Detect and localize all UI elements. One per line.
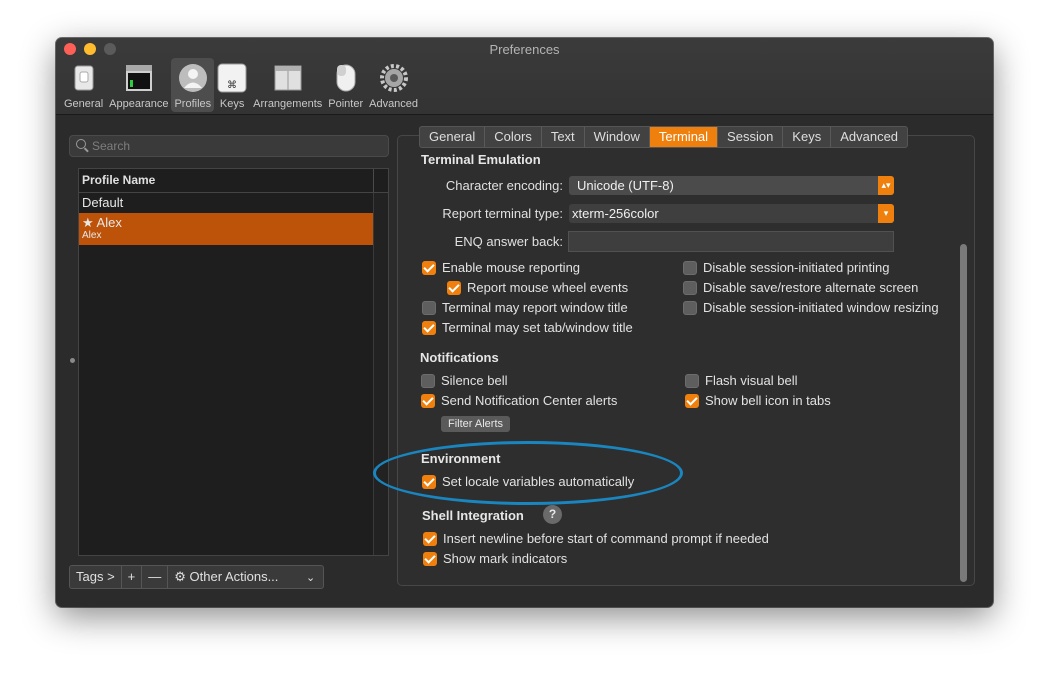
- profile-row-default[interactable]: Default: [79, 193, 388, 213]
- silence-bell-checkbox[interactable]: Silence bell: [421, 373, 508, 388]
- tab-keys[interactable]: Keys: [783, 127, 832, 147]
- keys-command-icon: ⌘: [217, 63, 247, 93]
- checkbox-checked-icon: [421, 393, 435, 408]
- bell-icon-in-tabs-checkbox[interactable]: Show bell icon in tabs: [685, 393, 831, 408]
- chevron-down-icon: ▾: [878, 204, 894, 223]
- tab-terminal[interactable]: Terminal: [649, 127, 719, 147]
- profile-list: Profile Name Default ★ Alex Alex: [78, 168, 389, 556]
- toolbar-appearance[interactable]: Appearance: [106, 58, 171, 112]
- show-mark-indicators-checkbox[interactable]: Show mark indicators: [423, 551, 567, 566]
- tags-button[interactable]: Tags >: [70, 566, 122, 588]
- send-alerts-checkbox[interactable]: Send Notification Center alerts: [421, 393, 617, 408]
- checkbox-unchecked-icon: [683, 260, 697, 275]
- profile-tabs: General Colors Text Window Terminal Sess…: [419, 126, 909, 148]
- tab-colors[interactable]: Colors: [485, 127, 542, 147]
- enq-answer-back-label: ENQ answer back:: [454, 234, 563, 249]
- enable-mouse-reporting-checkbox[interactable]: Enable mouse reporting: [422, 260, 580, 275]
- profile-row-subtitle: Alex: [82, 230, 102, 241]
- tab-general[interactable]: General: [420, 127, 486, 147]
- report-terminal-type-combo[interactable]: xterm-256color ▾: [569, 204, 894, 223]
- add-profile-button[interactable]: +: [122, 566, 143, 588]
- checkbox-checked-icon: [447, 280, 461, 295]
- checkbox-checked-icon: [422, 320, 436, 335]
- panel-scrollbar[interactable]: [960, 154, 967, 582]
- toolbar-advanced[interactable]: Advanced: [366, 58, 421, 112]
- panel-scrollbar-thumb[interactable]: [960, 244, 967, 582]
- search-icon: [76, 139, 86, 149]
- pointer-mouse-icon: [336, 64, 356, 92]
- notifications-heading: Notifications: [420, 350, 499, 365]
- disable-printing-checkbox[interactable]: Disable session-initiated printing: [683, 260, 889, 275]
- appearance-window-icon: [125, 65, 152, 91]
- split-view-handle[interactable]: [70, 358, 75, 363]
- other-actions-button[interactable]: ⚙ Other Actions... ⌄: [168, 566, 323, 588]
- updown-arrows-icon: ▴▾: [878, 176, 894, 195]
- flash-visual-bell-checkbox[interactable]: Flash visual bell: [685, 373, 798, 388]
- disable-alt-screen-checkbox[interactable]: Disable save/restore alternate screen: [683, 280, 918, 295]
- terminal-settings-panel: Terminal Emulation Character encoding: U…: [397, 135, 975, 586]
- checkbox-unchecked-icon: [685, 373, 699, 388]
- chevron-down-icon: ⌄: [306, 572, 316, 584]
- tab-text[interactable]: Text: [542, 127, 585, 147]
- shell-integration-heading: Shell Integration: [422, 508, 524, 523]
- window-title: Preferences: [489, 42, 560, 57]
- checkbox-unchecked-icon: [422, 300, 436, 315]
- preferences-window: Preferences General Appearance Profiles …: [56, 38, 993, 607]
- character-encoding-popup[interactable]: Unicode (UTF-8) ▴▾: [569, 176, 894, 195]
- titlebar: Preferences General Appearance Profiles …: [56, 38, 993, 115]
- profile-row-label: Default: [82, 195, 124, 210]
- character-encoding-value: Unicode (UTF-8): [577, 178, 674, 193]
- enq-answer-back-field[interactable]: [568, 231, 894, 252]
- annotation-ellipse: [373, 441, 683, 505]
- checkbox-unchecked-icon: [683, 280, 697, 295]
- checkbox-checked-icon: [423, 551, 437, 566]
- report-terminal-type-value: xterm-256color: [572, 206, 659, 221]
- toolbar-general[interactable]: General: [61, 58, 106, 112]
- help-question-icon[interactable]: ?: [543, 505, 562, 524]
- remove-profile-button[interactable]: —: [142, 566, 169, 588]
- report-mouse-wheel-checkbox[interactable]: Report mouse wheel events: [447, 280, 628, 295]
- arrangements-icon: [274, 65, 302, 91]
- tab-advanced[interactable]: Advanced: [831, 127, 907, 147]
- set-tab-title-checkbox[interactable]: Terminal may set tab/window title: [422, 320, 633, 335]
- profile-row-alex[interactable]: ★ Alex Alex: [79, 213, 374, 245]
- profile-name-column-header[interactable]: Profile Name: [79, 169, 388, 193]
- search-input[interactable]: [92, 137, 382, 154]
- advanced-gear-icon: [379, 64, 408, 92]
- report-window-title-checkbox[interactable]: Terminal may report window title: [422, 300, 628, 315]
- terminal-emulation-heading: Terminal Emulation: [421, 152, 541, 167]
- tab-window[interactable]: Window: [585, 127, 650, 147]
- profile-actions-bar: Tags > + — ⚙ Other Actions... ⌄: [69, 565, 325, 589]
- insert-newline-checkbox[interactable]: Insert newline before start of command p…: [423, 531, 769, 546]
- character-encoding-label: Character encoding:: [445, 178, 563, 193]
- filter-alerts-button[interactable]: Filter Alerts: [441, 416, 511, 432]
- toolbar-profiles[interactable]: Profiles: [171, 58, 215, 112]
- checkbox-checked-icon: [685, 393, 699, 408]
- toolbar-arrangements[interactable]: Arrangements: [250, 58, 325, 112]
- checkbox-checked-icon: [422, 260, 436, 275]
- profile-list-scrollbar[interactable]: [373, 193, 388, 555]
- profile-search[interactable]: [69, 135, 389, 157]
- report-terminal-type-label: Report terminal type:: [442, 206, 563, 221]
- toolbar-pointer[interactable]: Pointer: [325, 58, 366, 112]
- checkbox-unchecked-icon: [683, 300, 697, 315]
- checkbox-checked-icon: [423, 531, 437, 546]
- disable-resizing-checkbox[interactable]: Disable session-initiated window resizin…: [683, 300, 939, 315]
- toolbar-keys[interactable]: ⌘ Keys: [214, 58, 250, 112]
- svg-text:⌘: ⌘: [227, 80, 237, 91]
- checkbox-unchecked-icon: [421, 373, 435, 388]
- tab-session[interactable]: Session: [718, 127, 784, 147]
- profile-row-label: ★ Alex: [82, 215, 122, 230]
- general-switch-icon: [74, 65, 94, 91]
- other-actions-label: ⚙ Other Actions...: [174, 569, 279, 584]
- profiles-person-icon: [178, 64, 207, 92]
- preferences-toolbar: General Appearance Profiles ⌘ Keys Arran…: [61, 58, 421, 114]
